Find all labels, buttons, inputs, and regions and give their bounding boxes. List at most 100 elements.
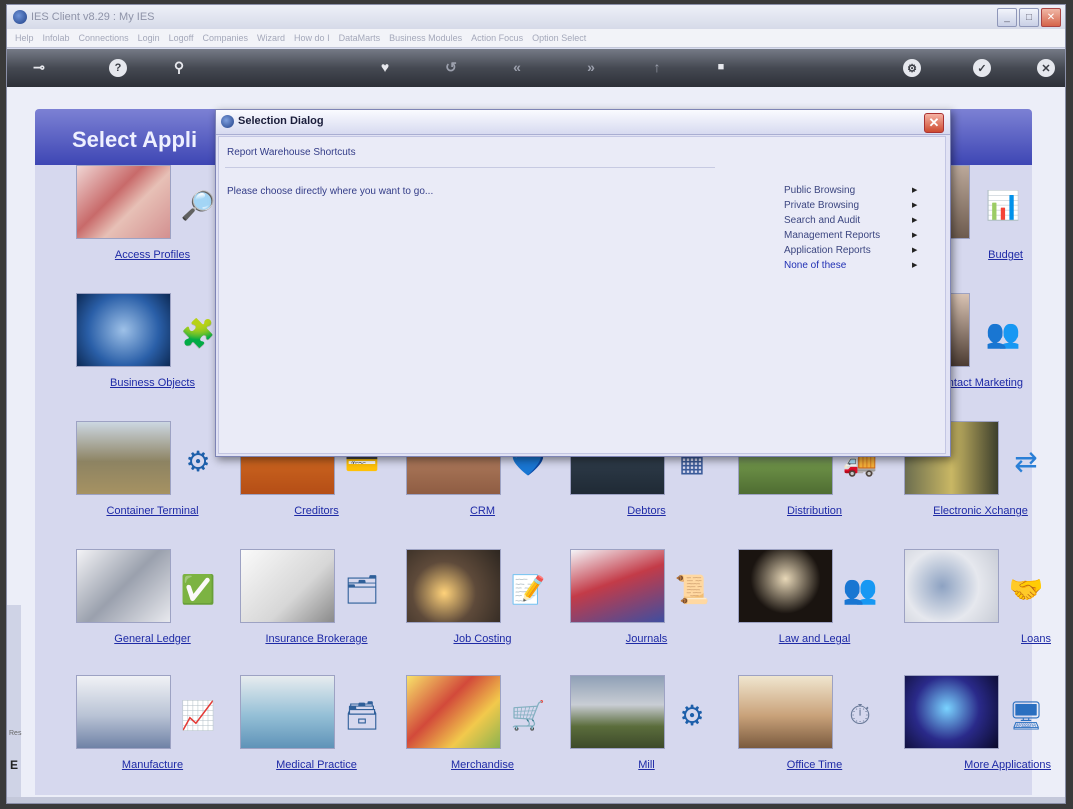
app-link-container-terminal[interactable]: Container Terminal — [65, 505, 240, 517]
calculator-photo — [904, 549, 999, 623]
menu-business-modules[interactable]: Business Modules — [389, 33, 462, 43]
option-label: Search and Audit — [784, 215, 861, 226]
folders-icon: 🗂 — [344, 573, 380, 605]
option-none-of-these[interactable]: None of these ▶ — [784, 258, 924, 273]
menu-datamarts[interactable]: DataMarts — [339, 33, 381, 43]
selection-dialog: Selection Dialog ✕ Report Warehouse Shor… — [215, 109, 951, 457]
tile-loans[interactable]: 🤝 Loans — [893, 549, 1065, 661]
books-photo — [570, 549, 665, 623]
dialog-title: Selection Dialog — [238, 115, 324, 127]
puzzle-icon: 🧩 — [180, 317, 216, 349]
dialog-close-button[interactable]: ✕ — [924, 113, 944, 133]
tile-medical-practice[interactable]: 🗃 Medical Practice — [229, 675, 404, 787]
app-link-access-profiles[interactable]: Access Profiles — [65, 249, 240, 261]
close-window-button[interactable]: ✕ — [1041, 8, 1061, 27]
tile-manufacture[interactable]: 📈 Manufacture — [65, 675, 240, 787]
menu-bar: Help Infolab Connections Login Logoff Co… — [7, 29, 1065, 48]
heart-icon[interactable]: ♥ — [375, 57, 395, 77]
back-icon[interactable]: « — [507, 57, 527, 77]
tile-access-profiles[interactable]: 🔎 Access Profiles — [65, 165, 240, 277]
refresh-icon[interactable]: ↺ — [441, 57, 461, 77]
menu-help[interactable]: Help — [15, 33, 34, 43]
menu-login[interactable]: Login — [138, 33, 160, 43]
job-card-icon: 📝 — [510, 573, 546, 605]
tile-mill[interactable]: ⚙ Mill — [559, 675, 734, 787]
close-icon[interactable]: ✕ — [1037, 59, 1055, 77]
app-link-loans[interactable]: Loans — [893, 633, 1051, 645]
status-bar — [7, 797, 1065, 803]
app-link-manufacture[interactable]: Manufacture — [65, 759, 240, 771]
submenu-arrow-icon: ▶ — [912, 262, 918, 269]
stop-icon[interactable]: ■ — [711, 57, 731, 77]
dialog-option-menu: Public Browsing ▶ Private Browsing ▶ Sea… — [784, 183, 924, 273]
tile-business-objects[interactable]: 🧩 Business Objects — [65, 293, 240, 405]
gears-icon: ⚙ — [185, 445, 211, 477]
option-public-browsing[interactable]: Public Browsing ▶ — [784, 183, 924, 198]
menu-connections[interactable]: Connections — [79, 33, 129, 43]
minimize-button[interactable]: _ — [997, 8, 1017, 27]
app-link-debtors[interactable]: Debtors — [559, 505, 734, 517]
clock-people-icon: ⏱ — [849, 698, 871, 730]
app-link-merchandise[interactable]: Merchandise — [395, 759, 570, 771]
up-icon[interactable]: ↑ — [647, 57, 667, 77]
menu-companies[interactable]: Companies — [203, 33, 249, 43]
graph-line-icon: 📈 — [180, 699, 216, 731]
menu-infolab[interactable]: Infolab — [43, 33, 70, 43]
medical-cards-icon: 🗃 — [344, 699, 380, 731]
tile-container-terminal[interactable]: ⚙ Container Terminal — [65, 421, 240, 533]
option-label: Application Reports — [784, 245, 871, 256]
tile-law-and-legal[interactable]: 👥 Law and Legal — [727, 549, 902, 661]
tile-more-applications[interactable]: 🖥 More Applications — [893, 675, 1065, 787]
tile-office-time[interactable]: ⏱ Office Time — [727, 675, 902, 787]
app-link-electronic-xchange[interactable]: Electronic Xchange — [893, 505, 1065, 517]
pin-icon[interactable]: ⊸ — [19, 57, 59, 77]
welding-photo — [406, 549, 501, 623]
mill-gears-icon: ⚙ — [679, 699, 705, 731]
help-icon[interactable]: ? — [109, 59, 127, 77]
maximize-button[interactable]: □ — [1019, 8, 1039, 27]
submenu-arrow-icon: ▶ — [912, 217, 918, 224]
forward-icon[interactable]: » — [581, 57, 601, 77]
doctors-photo — [240, 675, 335, 749]
app-link-general-ledger[interactable]: General Ledger — [65, 633, 240, 645]
app-link-journals[interactable]: Journals — [559, 633, 734, 645]
app-link-office-time[interactable]: Office Time — [727, 759, 902, 771]
settings-icon[interactable]: ⚙ — [903, 59, 921, 77]
dialog-heading: Report Warehouse Shortcuts — [227, 147, 356, 158]
menu-option-select[interactable]: Option Select — [532, 33, 586, 43]
search-icon[interactable]: ⚲ — [169, 57, 189, 77]
loan-people-icon: 🤝 — [1008, 573, 1044, 605]
app-link-more-applications[interactable]: More Applications — [893, 759, 1051, 771]
app-link-mill[interactable]: Mill — [559, 759, 734, 771]
menu-action-focus[interactable]: Action Focus — [471, 33, 523, 43]
ok-icon[interactable]: ✓ — [973, 59, 991, 77]
tile-journals[interactable]: 📜 Journals — [559, 549, 734, 661]
option-search-and-audit[interactable]: Search and Audit ▶ — [784, 213, 924, 228]
meeting-icon: 👥 — [842, 573, 878, 605]
tile-job-costing[interactable]: 📝 Job Costing — [395, 549, 570, 661]
menu-wizard[interactable]: Wizard — [257, 33, 285, 43]
law-books-photo — [738, 549, 833, 623]
option-application-reports[interactable]: Application Reports ▶ — [784, 243, 924, 258]
app-link-crm[interactable]: CRM — [395, 505, 570, 517]
app-link-distribution[interactable]: Distribution — [727, 505, 902, 517]
app-link-job-costing[interactable]: Job Costing — [395, 633, 570, 645]
abstract-photo — [904, 675, 999, 749]
policy-document-photo — [240, 549, 335, 623]
tile-merchandise[interactable]: 🛒 Merchandise — [395, 675, 570, 787]
app-link-insurance-brokerage[interactable]: Insurance Brokerage — [229, 633, 404, 645]
menu-how-do-i[interactable]: How do I — [294, 33, 330, 43]
dialog-title-bar: Selection Dialog ✕ — [216, 110, 950, 135]
dialog-app-icon — [221, 115, 234, 128]
app-link-medical-practice[interactable]: Medical Practice — [229, 759, 404, 771]
tile-general-ledger[interactable]: ✅ General Ledger — [65, 549, 240, 661]
option-private-browsing[interactable]: Private Browsing ▶ — [784, 198, 924, 213]
tile-insurance-brokerage[interactable]: 🗂 Insurance Brokerage — [229, 549, 404, 661]
app-link-law-and-legal[interactable]: Law and Legal — [727, 633, 902, 645]
option-management-reports[interactable]: Management Reports ▶ — [784, 228, 924, 243]
app-link-business-objects[interactable]: Business Objects — [65, 377, 240, 389]
app-link-creditors[interactable]: Creditors — [229, 505, 404, 517]
people-icon: 👥 — [985, 317, 1021, 349]
office-photo — [738, 675, 833, 749]
menu-logoff[interactable]: Logoff — [169, 33, 194, 43]
